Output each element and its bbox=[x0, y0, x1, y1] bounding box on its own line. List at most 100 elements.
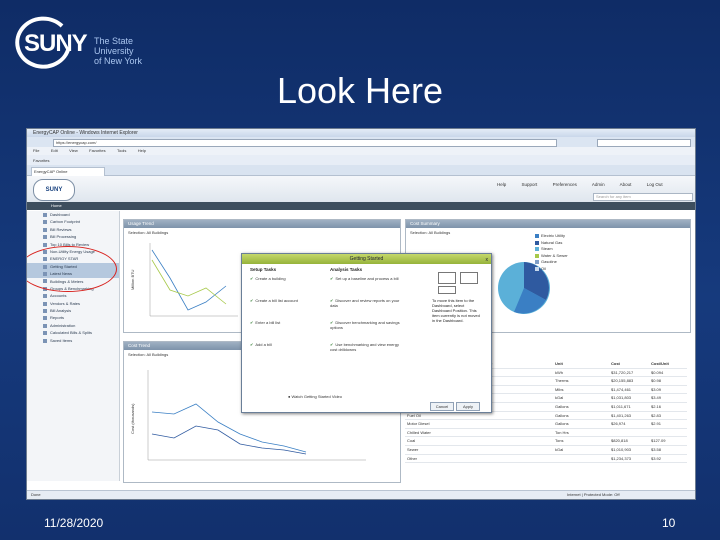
sidebar-item[interactable]: Reports bbox=[27, 314, 119, 321]
legend-swatch bbox=[535, 233, 539, 238]
legend-label: Gasoline bbox=[541, 259, 557, 265]
table-cell: $3.09 bbox=[651, 386, 662, 392]
sidebar-item[interactable]: Bill Analysis bbox=[27, 307, 119, 314]
task-item[interactable]: ✔ Discover and review reports on your dat… bbox=[330, 298, 400, 308]
table-header-cell: Unit bbox=[555, 361, 563, 366]
table-cell: $2.16 bbox=[651, 403, 662, 409]
cost-trend-ylabel: Cost (thousands) bbox=[130, 403, 135, 434]
sidebar-item[interactable]: Saved Items bbox=[27, 337, 119, 344]
checkmark-icon: ✔ bbox=[250, 342, 254, 347]
sidebar-item-label: Reports bbox=[50, 315, 65, 321]
slide-page-number: 10 bbox=[662, 516, 676, 530]
sidebar-item[interactable]: Bill Processing bbox=[27, 233, 119, 240]
task-item[interactable]: ✔ Use benchmarking and view energy cost d… bbox=[330, 342, 400, 352]
favorites-button[interactable]: Favorites bbox=[33, 158, 49, 163]
suny-logo: SUNY The State University of New York bbox=[10, 16, 170, 69]
table-cell: kGal bbox=[555, 395, 564, 401]
table-cell: $3.92 bbox=[651, 455, 662, 461]
sidebar-item[interactable]: Administration bbox=[27, 322, 119, 329]
legend-item: Oil bbox=[535, 266, 595, 273]
analysis-tasks-header: Analysis Tasks bbox=[330, 267, 363, 272]
nav-preferences[interactable]: Preferences bbox=[553, 182, 577, 187]
sidebar-item-label: Carbon Footprint bbox=[50, 219, 81, 225]
task-item[interactable]: ✔ Enter a bill list bbox=[250, 320, 320, 325]
table-cell: $20,155,883 bbox=[611, 378, 634, 384]
slide-title: Look Here bbox=[276, 70, 444, 111]
menu-file[interactable]: File bbox=[33, 148, 39, 153]
table-cell: $1,401,263 bbox=[611, 412, 632, 418]
sidebar-item-label: Calculated Bills & Splits bbox=[50, 330, 93, 336]
cost-legend: Electric Utility Natural Gas Steam Water & … bbox=[535, 233, 595, 273]
task-label: Discover benchmarking and savings option… bbox=[330, 320, 400, 330]
menu-view[interactable]: View bbox=[69, 148, 78, 153]
browser-screenshot: EnergyCAP Online - Windows Internet Expl… bbox=[26, 128, 696, 500]
sidebar-item-label: Vendors & Rates bbox=[50, 300, 81, 306]
nav-logout[interactable]: Log Out bbox=[647, 182, 663, 187]
nav-about[interactable]: About bbox=[620, 182, 632, 187]
checkmark-icon: ✔ bbox=[250, 320, 254, 325]
task-item[interactable]: ✔ Set up a baseline and process a bill bbox=[330, 276, 400, 281]
preview-box-1 bbox=[438, 272, 456, 284]
table-cell: $1,011,671 bbox=[611, 403, 631, 409]
checkmark-icon: ✔ bbox=[250, 298, 254, 303]
dialog-title: Getting Started x bbox=[242, 254, 491, 264]
preview-box-2 bbox=[460, 272, 478, 284]
legend-swatch bbox=[535, 240, 539, 245]
task-item[interactable]: ✔ Create a bill list account bbox=[250, 298, 320, 303]
table-row: Chilled Water Ton Hrs bbox=[405, 429, 687, 438]
nav-support[interactable]: Support bbox=[522, 182, 538, 187]
table-header-cell: Cost bbox=[611, 361, 620, 366]
sidebar-item-icon bbox=[43, 220, 47, 225]
app-logo[interactable]: SUNY bbox=[33, 179, 75, 201]
table-row: Sewer kGal $1,010,903 $3.58 bbox=[405, 446, 687, 455]
task-item[interactable]: ✔ Discover benchmarking and savings optio… bbox=[330, 320, 400, 330]
table-row: Other $1,234,373 $3.92 bbox=[405, 455, 687, 464]
table-cell: $1,234,373 bbox=[611, 455, 632, 461]
menu-tools[interactable]: Tools bbox=[117, 148, 126, 153]
close-icon[interactable]: x bbox=[486, 255, 489, 265]
sidebar-item[interactable]: Vendors & Rates bbox=[27, 300, 119, 307]
url-field[interactable]: https://energycap.com/ bbox=[53, 139, 557, 147]
sidebar-item-icon bbox=[43, 331, 47, 336]
table-cell: $0.98 bbox=[651, 378, 662, 384]
sidebar-item[interactable]: Dashboard bbox=[27, 211, 119, 218]
apply-button[interactable]: Apply bbox=[456, 402, 480, 411]
nav-admin[interactable]: Admin bbox=[592, 182, 605, 187]
sidebar-item[interactable]: Bill Reviews bbox=[27, 226, 119, 233]
menu-favorites[interactable]: Favorites bbox=[89, 148, 105, 153]
legend-swatch bbox=[535, 260, 539, 265]
cancel-button[interactable]: Cancel bbox=[430, 402, 454, 411]
menu-help[interactable]: Help bbox=[138, 148, 146, 153]
nav-help[interactable]: Help bbox=[497, 182, 506, 187]
sidebar-item[interactable]: Calculated Bills & Splits bbox=[27, 329, 119, 336]
task-label: Enter a bill list bbox=[255, 320, 281, 325]
dialog-help-text: To move this item to the Dashboard, sele… bbox=[432, 298, 480, 323]
sidebar-item-icon bbox=[43, 212, 47, 217]
checkmark-icon: ✔ bbox=[250, 276, 254, 281]
watch-video-link[interactable]: ● Watch Getting Started Video bbox=[288, 394, 342, 399]
task-item[interactable]: ✔ Create a building bbox=[250, 276, 320, 281]
sidebar-item-icon bbox=[43, 316, 47, 321]
usage-trend-ylabel: Million BTU bbox=[130, 269, 135, 290]
table-cell: $2.83 bbox=[651, 412, 662, 418]
task-item[interactable]: ✔ Add a bill bbox=[250, 342, 320, 347]
breadcrumb[interactable]: Home bbox=[27, 202, 695, 210]
sidebar-item[interactable]: Accounts bbox=[27, 292, 119, 299]
legend-label: Oil bbox=[541, 265, 546, 271]
table-cell: Gallons bbox=[555, 421, 569, 427]
browser-search-field[interactable] bbox=[597, 139, 691, 147]
status-left: Done bbox=[31, 492, 41, 497]
legend-item: Natural Gas bbox=[535, 240, 595, 247]
setup-tasks-header: Setup Tasks bbox=[250, 267, 277, 272]
menu-edit[interactable]: Edit bbox=[51, 148, 58, 153]
legend-label: Electric Utility bbox=[541, 233, 566, 238]
legend-swatch bbox=[535, 247, 539, 252]
sidebar-item-label: Saved Items bbox=[50, 337, 73, 343]
checkmark-icon: ✔ bbox=[330, 276, 334, 281]
sidebar-item-icon bbox=[43, 227, 47, 232]
sidebar-item[interactable]: Carbon Footprint bbox=[27, 218, 119, 225]
browser-menu-bar: File Edit View Favorites Tools Help bbox=[27, 147, 695, 155]
app-search-input[interactable]: Search for any item bbox=[593, 193, 693, 201]
legend-label: Natural Gas bbox=[541, 239, 563, 245]
usage-trend-selection: Selection: All Buildings bbox=[128, 230, 169, 235]
